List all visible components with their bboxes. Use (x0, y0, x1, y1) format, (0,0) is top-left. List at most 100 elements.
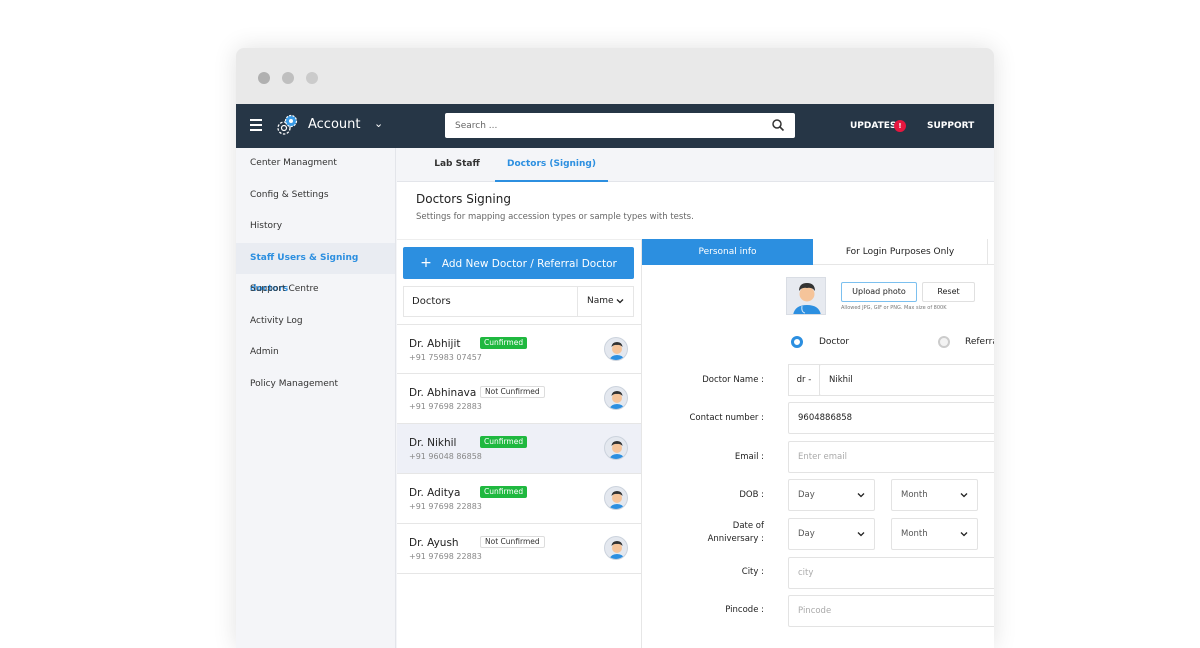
referral-radio[interactable] (938, 336, 950, 348)
sidebar-item-config-settings[interactable]: Config & Settings (236, 180, 395, 212)
doctor-list-item[interactable]: Dr. Abhijit Cunfirmed +91 75983 07457 (397, 324, 641, 374)
doctor-phone: +91 97698 22883 (409, 502, 482, 511)
dob-month-select[interactable]: Month (891, 479, 978, 511)
browser-chrome (236, 48, 994, 104)
pincode-label: Pincode : (725, 605, 764, 615)
sidebar-item-staff-users[interactable]: Staff Users & Signing doctors (236, 242, 395, 294)
doctor-form-panel: Personal info For Login Purposes Only Up… (642, 239, 994, 648)
reset-photo-button[interactable]: Reset (922, 282, 975, 302)
anniversary-label-line1: Date of (732, 521, 764, 531)
anniversary-day-select[interactable]: Day (788, 518, 875, 550)
updates-link[interactable]: UPDATES (850, 121, 896, 131)
account-title[interactable]: Account (308, 117, 361, 132)
search-icon[interactable] (771, 118, 785, 132)
tab-lab-staff[interactable]: Lab Staff (417, 148, 497, 182)
status-badge: Cunfirmed (480, 337, 528, 349)
anniversary-month-select[interactable]: Month (891, 518, 978, 550)
doctor-name: Dr. Aditya (409, 487, 461, 499)
sidebar-item-policy-management[interactable]: Policy Management (236, 369, 395, 401)
email-label: Email : (734, 452, 764, 462)
referral-radio-label: Referral (965, 337, 994, 347)
chevron-down-icon (960, 493, 968, 498)
top-navbar: Account ⌄ UPDATES ! SUPPORT (236, 104, 994, 148)
doctor-list-item[interactable]: Dr. Aditya Cunfirmed +91 97698 22883 (397, 474, 641, 524)
search-box[interactable] (445, 113, 795, 139)
tab-personal-info[interactable]: Personal info (642, 239, 813, 265)
email-input[interactable]: Enter email (788, 441, 994, 473)
form-tab-bar: Personal info For Login Purposes Only (642, 239, 994, 265)
doctor-name: Dr. Abhinava (409, 387, 477, 399)
doctor-name-label: Doctor Name : (702, 375, 764, 385)
search-input[interactable] (445, 113, 745, 139)
doctor-name-input[interactable]: Nikhil (819, 364, 994, 396)
doctor-phone: +91 97698 22883 (409, 402, 482, 411)
sidebar-item-center-management[interactable]: Center Managment (236, 148, 395, 180)
anniversary-day-value: Day (798, 529, 815, 539)
settings-gear-icon (277, 114, 298, 135)
tab-doctors-signing[interactable]: Doctors (Signing) (495, 148, 608, 182)
doctor-phone: +91 96048 86858 (409, 452, 482, 461)
avatar (604, 337, 628, 361)
chevron-down-icon (616, 299, 624, 304)
sort-dropdown[interactable]: Name (577, 287, 633, 316)
avatar (604, 486, 628, 510)
browser-window: Account ⌄ UPDATES ! SUPPORT Center Manag… (236, 48, 994, 648)
doctor-name: Dr. Ayush (409, 537, 459, 549)
doctor-phone: +91 75983 07457 (409, 353, 482, 362)
doctors-list-panel: + Add New Doctor / Referral Doctor Doctor… (397, 239, 642, 648)
sidebar-item-admin[interactable]: Admin (236, 337, 395, 369)
add-doctor-button[interactable]: + Add New Doctor / Referral Doctor (403, 247, 634, 279)
doctor-list-item[interactable]: Dr. Abhinava Not Cunfirmed +91 97698 228… (397, 374, 641, 424)
doctor-list-item[interactable]: Dr. Ayush Not Cunfirmed +91 97698 22883 (397, 524, 641, 574)
doctor-name: Dr. Abhijit (409, 338, 461, 350)
status-badge: Cunfirmed (480, 486, 528, 498)
menu-icon[interactable] (250, 119, 262, 131)
upload-photo-button[interactable]: Upload photo (841, 282, 917, 302)
avatar (604, 536, 628, 560)
avatar (604, 436, 628, 460)
doctor-name: Dr. Nikhil (409, 437, 457, 449)
add-doctor-label: Add New Doctor / Referral Doctor (441, 258, 617, 270)
plus-icon: + (420, 255, 432, 271)
sidebar-item-history[interactable]: History (236, 211, 395, 243)
doctor-radio[interactable] (791, 336, 803, 348)
doctor-radio-label: Doctor (819, 337, 850, 347)
status-badge: Not Cunfirmed (480, 386, 545, 398)
page-subtitle: Settings for mapping accession types or … (416, 212, 694, 222)
chevron-down-icon (857, 532, 865, 537)
contact-number-input[interactable]: 9604886858 (788, 402, 994, 434)
status-badge: Not Cunfirmed (480, 536, 545, 548)
sidebar: Center Managment Config & Settings Histo… (236, 148, 396, 648)
updates-badge: ! (894, 120, 906, 132)
sidebar-item-activity-log[interactable]: Activity Log (236, 306, 395, 338)
chevron-down-icon[interactable]: ⌄ (374, 117, 383, 130)
dob-day-select[interactable]: Day (788, 479, 875, 511)
page-title: Doctors Signing (416, 192, 511, 206)
doctors-list-header: Doctors Name (403, 286, 634, 317)
chevron-down-icon (857, 493, 865, 498)
dob-month-value: Month (901, 490, 928, 500)
contact-number-label: Contact number : (689, 413, 764, 423)
window-close-dot[interactable] (258, 72, 270, 84)
dob-day-value: Day (798, 490, 815, 500)
city-input[interactable]: city (788, 557, 994, 589)
dob-label: DOB : (739, 490, 764, 500)
doctor-photo (786, 277, 826, 315)
tab-login-purposes[interactable]: For Login Purposes Only (813, 239, 988, 265)
support-link[interactable]: SUPPORT (927, 121, 974, 131)
pincode-input[interactable]: Pincode (788, 595, 994, 627)
window-maximize-dot[interactable] (306, 72, 318, 84)
doctors-list-label: Doctors (412, 296, 451, 307)
anniversary-month-value: Month (901, 529, 928, 539)
upload-hint: Allowed JPG, GIF or PNG. Max size of 800… (841, 305, 947, 311)
sidebar-item-support-centre[interactable]: Support Centre (236, 274, 395, 306)
status-badge: Cunfirmed (480, 436, 528, 448)
city-label: City : (741, 567, 764, 577)
sort-label: Name (587, 296, 614, 306)
tab-bar: Lab Staff Doctors (Signing) (397, 148, 994, 182)
doctor-list-item[interactable]: Dr. Nikhil Cunfirmed +91 96048 86858 (397, 424, 641, 474)
window-minimize-dot[interactable] (282, 72, 294, 84)
doctors-list: Dr. Abhijit Cunfirmed +91 75983 07457 Dr… (397, 324, 641, 574)
doctor-name-prefix: dr - (788, 364, 820, 396)
chevron-down-icon (960, 532, 968, 537)
